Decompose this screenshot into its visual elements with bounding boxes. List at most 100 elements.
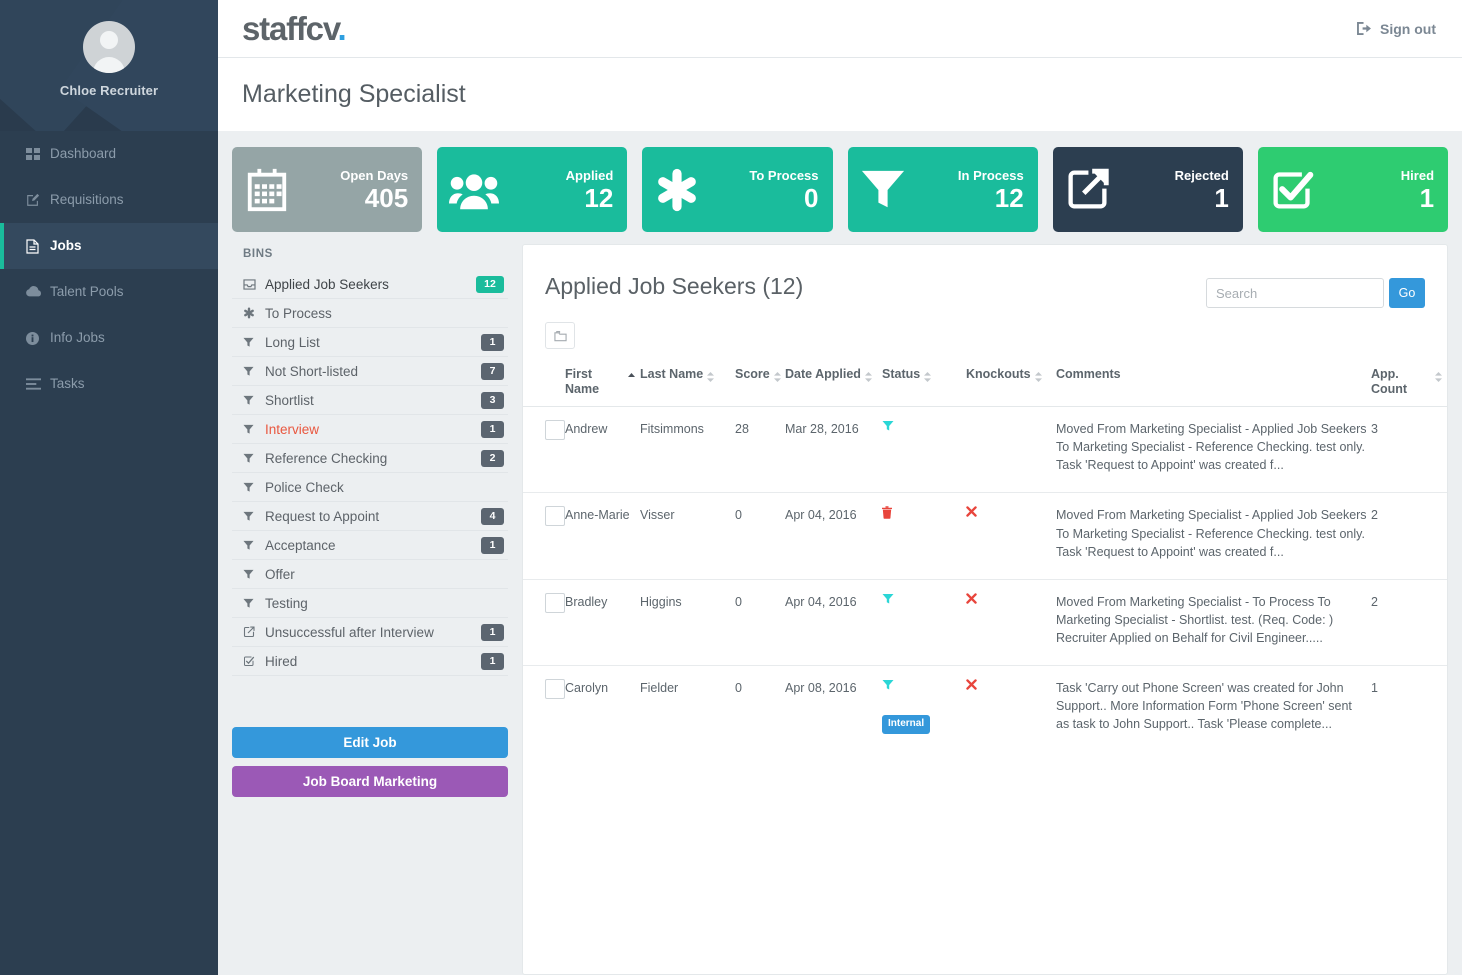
bin-item-hired[interactable]: Hired 1: [232, 647, 508, 676]
cell-comments: Moved From Marketing Specialist - Applie…: [1056, 492, 1371, 580]
bin-item-offer[interactable]: Offer: [232, 560, 508, 589]
x-icon[interactable]: [966, 679, 1052, 690]
cell-first-name: Bradley: [565, 579, 640, 667]
stat-card-hired[interactable]: Hired 1: [1257, 147, 1449, 232]
cell-status: [882, 492, 966, 580]
x-icon[interactable]: [966, 506, 1052, 518]
stat-value: 0: [804, 183, 819, 214]
sidebar-item-tasks[interactable]: Tasks: [0, 361, 218, 407]
col-app-count[interactable]: App. Count: [1371, 361, 1447, 407]
row-checkbox[interactable]: [545, 506, 565, 527]
cell-score: 0: [735, 492, 785, 580]
bin-item-not-short-listed[interactable]: Not Short-listed 7: [232, 357, 508, 386]
cell-date-applied: Apr 04, 2016: [785, 579, 882, 667]
edit-job-button[interactable]: Edit Job: [232, 727, 508, 758]
stat-card-in-process[interactable]: In Process 12: [847, 147, 1038, 232]
sidebar-item-jobs[interactable]: Jobs: [0, 223, 218, 269]
table-head: First Name Last Name Score Date Applied …: [523, 361, 1447, 407]
bin-label: Acceptance: [265, 537, 336, 553]
bin-item-applied-job-seekers[interactable]: Applied Job Seekers 12: [232, 270, 508, 299]
sidebar-item-dashboard[interactable]: Dashboard: [0, 131, 218, 177]
bin-label: Interview: [265, 421, 320, 437]
bin-item-reference-checking[interactable]: Reference Checking 2: [232, 444, 508, 473]
sort-both-icon: [864, 371, 873, 386]
sidebar-user-header: Chloe Recruiter: [0, 0, 218, 131]
stat-card-rejected[interactable]: Rejected 1: [1052, 147, 1243, 232]
col-select-all[interactable]: [523, 361, 565, 407]
stat-card-open-days[interactable]: Open Days 405: [232, 147, 423, 232]
cell-status: [882, 406, 966, 494]
bin-count-badge: 1: [481, 623, 504, 641]
col-knockouts[interactable]: Knockouts: [966, 361, 1056, 407]
content-row: BINS Applied Job Seekers 12 To Process L…: [218, 232, 1462, 975]
cell-date-applied: Apr 08, 2016: [785, 681, 857, 696]
bin-count-badge: 1: [481, 420, 504, 438]
bin-item-long-list[interactable]: Long List 1: [232, 328, 508, 357]
bin-item-shortlist[interactable]: Shortlist 3: [232, 386, 508, 415]
sort-asc-icon: [627, 371, 636, 386]
stat-value: 12: [994, 183, 1024, 214]
funnel-icon: [860, 168, 906, 212]
sidebar-item-label: Requisitions: [50, 192, 124, 208]
bin-label: Shortlist: [265, 392, 314, 408]
cloud-icon: [26, 286, 50, 298]
funnel-icon[interactable]: [882, 420, 962, 432]
funnel-icon: [243, 395, 265, 406]
col-date-applied[interactable]: Date Applied: [785, 361, 882, 407]
funnel-icon: [243, 453, 265, 464]
cell-knockouts: [966, 492, 1056, 580]
row-checkbox[interactable]: [545, 592, 565, 613]
col-score[interactable]: Score: [735, 361, 785, 407]
bin-item-interview[interactable]: Interview 1: [232, 415, 508, 444]
bin-label: Applied Job Seekers: [265, 276, 389, 292]
sidebar-item-label: Info Jobs: [50, 330, 105, 346]
col-status[interactable]: Status: [882, 361, 966, 407]
bin-item-unsuccessful-after-interview[interactable]: Unsuccessful after Interview 1: [232, 618, 508, 647]
sidebar-item-info-jobs[interactable]: Info Jobs: [0, 315, 218, 361]
table-row[interactable]: Carolyn Fielder 0 Apr 08, 2016 Internal …: [523, 666, 1447, 752]
table-body: Andrew Fitsimmons 28 Mar 28, 2016 Moved …: [523, 406, 1447, 752]
logo-text: staffcv: [242, 10, 339, 47]
sort-both-icon: [706, 371, 715, 386]
funnel-icon[interactable]: [882, 679, 962, 691]
funnel-icon[interactable]: [882, 593, 962, 605]
folder-button[interactable]: [545, 322, 575, 349]
search-input[interactable]: [1206, 278, 1384, 308]
stat-card-to-process[interactable]: To Process 0: [642, 147, 833, 232]
bin-item-police-check[interactable]: Police Check: [232, 473, 508, 502]
applied-job-seekers-panel: Applied Job Seekers (12) Go First Name: [522, 244, 1448, 975]
job-board-marketing-button[interactable]: Job Board Marketing: [232, 766, 508, 797]
trash-icon[interactable]: [882, 506, 962, 520]
row-checkbox[interactable]: [545, 420, 565, 440]
page-title: Marketing Specialist: [242, 80, 466, 108]
col-last-name[interactable]: Last Name: [640, 361, 735, 407]
bin-item-request-to-appoint[interactable]: Request to Appoint 4: [232, 502, 508, 531]
cell-last-name: Higgins: [640, 579, 735, 667]
sign-out-button[interactable]: Sign out: [1357, 21, 1436, 37]
bin-item-to-process[interactable]: To Process: [232, 299, 508, 328]
search-go-button[interactable]: Go: [1389, 278, 1425, 308]
funnel-icon: [243, 366, 265, 377]
table-row[interactable]: Bradley Higgins 0 Apr 04, 2016 Moved Fro…: [523, 579, 1447, 667]
stat-card-applied[interactable]: Applied 12: [437, 147, 628, 232]
bin-item-acceptance[interactable]: Acceptance 1: [232, 531, 508, 560]
col-first-name[interactable]: First Name: [565, 361, 640, 407]
sidebar-nav: Dashboard Requisitions Jobs Talent Pools…: [0, 131, 218, 407]
table-row[interactable]: Anne-Marie Visser 0 Apr 04, 2016 Moved F…: [523, 492, 1447, 580]
sidebar-item-talent-pools[interactable]: Talent Pools: [0, 269, 218, 315]
col-label: Date Applied: [785, 367, 861, 381]
funnel-icon: [243, 482, 265, 493]
app-logo[interactable]: staffcv.: [242, 10, 347, 47]
x-icon[interactable]: [966, 593, 1052, 604]
bin-label: Not Short-listed: [265, 363, 359, 379]
bin-item-testing[interactable]: Testing: [232, 589, 508, 618]
row-checkbox[interactable]: [545, 679, 565, 700]
sort-both-icon: [1434, 371, 1443, 386]
stat-value: 1: [1214, 183, 1229, 214]
page-header: Marketing Specialist: [218, 58, 1462, 131]
sidebar-item-requisitions[interactable]: Requisitions: [0, 177, 218, 223]
bins-panel: BINS Applied Job Seekers 12 To Process L…: [232, 244, 508, 975]
col-comments[interactable]: Comments: [1056, 361, 1371, 407]
stat-cards: Open Days 405 Applied 12 To Process 0 In…: [218, 131, 1462, 232]
table-row[interactable]: Andrew Fitsimmons 28 Mar 28, 2016 Moved …: [523, 406, 1447, 494]
